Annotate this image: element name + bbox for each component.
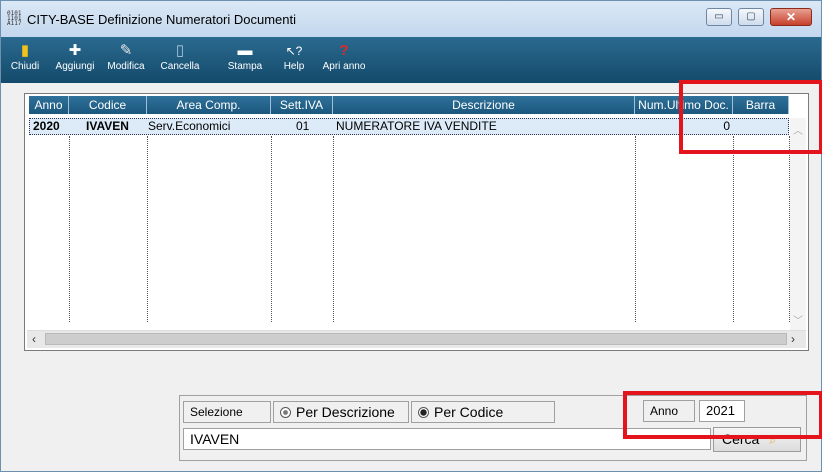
cerca-button[interactable]: Cerca ⌕: [713, 427, 801, 452]
calendar-open-icon: ?: [339, 42, 349, 59]
table-row[interactable]: 2020 IVAVEN Serv.Economici 01 NUMERATORE…: [29, 118, 789, 135]
col-area-comp[interactable]: Area Comp.: [147, 96, 271, 114]
col-anno[interactable]: Anno: [29, 96, 69, 114]
help-cursor-icon: ↖?: [285, 44, 303, 58]
anno-input[interactable]: 2021: [699, 400, 745, 422]
minimize-button[interactable]: ▭: [706, 8, 732, 26]
col-barra[interactable]: Barra: [733, 96, 789, 114]
edit-icon: ✎: [119, 42, 133, 59]
modifica-button[interactable]: ✎ Modifica: [105, 41, 147, 79]
radio-per-codice[interactable]: Per Codice: [411, 401, 555, 423]
vertical-scrollbar[interactable]: ︿ ﹀: [790, 118, 806, 332]
close-button[interactable]: ✕: [770, 8, 812, 26]
column-divider: [147, 136, 148, 322]
printer-icon: ▬: [237, 42, 253, 59]
horizontal-scrollbar[interactable]: ‹ ›: [27, 330, 806, 348]
aggiungi-button[interactable]: ✚ Aggiungi: [51, 41, 99, 79]
stampa-button[interactable]: ▬ Stampa: [225, 41, 265, 79]
cell-barra: [734, 119, 788, 134]
documents-grid[interactable]: Anno Codice Area Comp. Sett.IVA Descrizi…: [24, 93, 809, 351]
cell-area: Serv.Economici: [148, 119, 231, 133]
radio-per-descrizione[interactable]: Per Descrizione: [273, 401, 409, 423]
title-bar: 0101 1101 A117 CITY-BASE Definizione Numer…: [1, 1, 821, 38]
column-divider: [271, 136, 272, 322]
column-divider: [733, 136, 734, 322]
scroll-up-icon[interactable]: ︿: [793, 122, 803, 137]
cell-descrizione: NUMERATORE IVA VENDITE: [336, 119, 497, 133]
selezione-label: Selezione: [183, 401, 271, 423]
col-sett-iva[interactable]: Sett.IVA: [271, 96, 333, 114]
col-codice[interactable]: Codice: [69, 96, 147, 114]
scroll-down-icon[interactable]: ﹀: [793, 312, 803, 327]
window-title: CITY-BASE Definizione Numeratori Documen…: [27, 12, 297, 27]
cell-sett-iva: 01: [296, 119, 310, 133]
cancella-button[interactable]: ▯ Cancella: [157, 41, 203, 79]
horizontal-scroll-thumb[interactable]: [45, 333, 787, 345]
trash-icon: ▯: [175, 42, 185, 59]
toolbar: ▮ Chiudi ✚ Aggiungi ✎ Modifica ▯ Cancell…: [1, 37, 821, 83]
maximize-button[interactable]: ▢: [738, 8, 764, 26]
col-num-ultimo-doc[interactable]: Num.Ultimo Doc.: [635, 96, 733, 114]
search-icon: ⌕: [769, 433, 776, 447]
plus-icon: ✚: [68, 42, 82, 59]
cell-codice: IVAVEN: [86, 119, 129, 133]
radio-unselected-icon: [280, 407, 291, 418]
grid-header: Anno Codice Area Comp. Sett.IVA Descrizi…: [29, 96, 789, 114]
radio-selected-icon: [418, 407, 429, 418]
scroll-right-icon[interactable]: ›: [791, 332, 795, 346]
cell-anno: 2020: [33, 119, 60, 133]
chiudi-button[interactable]: ▮ Chiudi: [7, 41, 43, 79]
col-descrizione[interactable]: Descrizione: [333, 96, 635, 114]
app-icon: 0101 1101 A117: [7, 10, 22, 27]
door-exit-icon: ▮: [20, 42, 30, 59]
column-divider: [69, 136, 70, 322]
search-input[interactable]: IVAVEN: [183, 428, 711, 450]
cell-num-ultimo-doc: 0: [723, 119, 730, 133]
column-divider: [333, 136, 334, 322]
scroll-left-icon[interactable]: ‹: [32, 332, 36, 346]
anno-label: Anno: [643, 400, 695, 422]
main-window: 0101 1101 A117 CITY-BASE Definizione Numer…: [0, 0, 822, 472]
apri-anno-button[interactable]: ? Apri anno: [319, 41, 369, 79]
help-button[interactable]: ↖? Help: [279, 41, 309, 79]
column-divider: [635, 136, 636, 322]
